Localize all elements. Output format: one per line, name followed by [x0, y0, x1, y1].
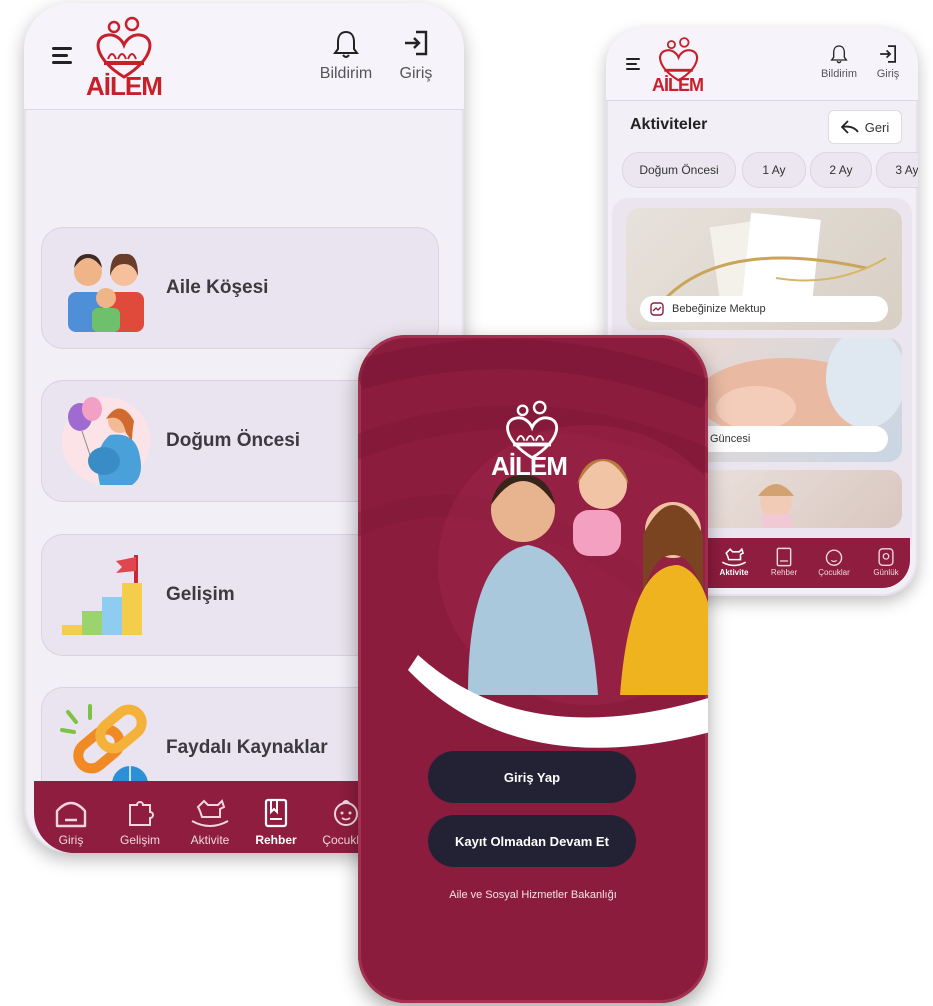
ailem-logo: AİLEM [650, 36, 710, 96]
chip-label: 3 Ay [895, 163, 918, 177]
login-submit-button[interactable]: Giriş Yap [428, 751, 636, 803]
login-button[interactable]: Giriş [868, 44, 908, 80]
nav-label: Gelişim [119, 833, 160, 847]
chart-icon [650, 302, 664, 316]
nav-label: Çocuklar [818, 568, 850, 577]
ailem-logo: AİLEM [491, 399, 574, 483]
back-label: Geri [864, 119, 890, 135]
bell-icon [333, 30, 359, 58]
logo-text: AİLEM [86, 71, 163, 101]
page-title: Aktiviteler [630, 116, 708, 133]
pregnant-icon [62, 397, 150, 485]
bell-icon [830, 45, 848, 64]
button-label: Kayıt Olmadan Devam Et [455, 833, 609, 849]
activity-card-letter[interactable]: Bebeğinize Mektup [626, 208, 902, 330]
nav-item-rehber[interactable]: Rehber [248, 797, 304, 847]
book-icon [264, 798, 288, 828]
nav-item-cocuklar[interactable]: Çocuklar [810, 546, 858, 577]
diary-icon [878, 548, 894, 566]
family-icon [68, 253, 144, 332]
nav-item-giris[interactable]: Giriş [48, 797, 94, 847]
menu-card-label: Doğum Öncesi [166, 430, 301, 451]
chip-2-ay[interactable]: 2 Ay [810, 152, 872, 188]
activity-label: Bebeğinize Mektup [672, 303, 766, 315]
notifications-button[interactable]: Bildirim [814, 44, 864, 80]
nav-label: Aktivite [190, 833, 230, 847]
guest-continue-button[interactable]: Kayıt Olmadan Devam Et [428, 815, 636, 867]
activities-top-bar: AİLEM Bildirim Giriş [606, 28, 918, 101]
puzzle-icon [129, 801, 154, 826]
chip-label: Doğum Öncesi [639, 163, 719, 177]
book-icon [776, 547, 792, 567]
menu-card-label: Aile Köşesi [166, 277, 269, 298]
chip-dogum-oncesi[interactable]: Doğum Öncesi [622, 152, 736, 188]
nav-label: Rehber [255, 833, 297, 847]
activity-pill: Bebeğinize Mektup [640, 296, 888, 322]
nav-label: Aktivite [719, 568, 749, 577]
activity-label: Güncesi [710, 433, 751, 445]
home-icon [55, 801, 87, 828]
menu-card-label: Gelişim [166, 584, 235, 605]
notifications-button[interactable]: Bildirim [314, 29, 378, 83]
home-top-bar: AİLEM Bildirim Giriş [24, 3, 464, 110]
nav-label: Giriş [58, 833, 84, 847]
ailem-logo: AİLEM [84, 15, 168, 101]
nav-item-rehber[interactable]: Rehber [764, 546, 804, 577]
chip-label: 1 Ay [762, 163, 786, 177]
nav-item-gelisim[interactable]: Gelişim [112, 797, 168, 847]
logo-text: AİLEM [652, 75, 704, 95]
login-arrow-icon [880, 45, 896, 63]
nav-label: Günlük [873, 568, 899, 577]
button-label: Giriş Yap [503, 769, 561, 785]
chip-1-ay[interactable]: 1 Ay [742, 152, 806, 188]
growth-steps-icon [62, 555, 142, 635]
rocking-horse-icon [191, 799, 229, 827]
ministry-footer: Aile ve Sosyal Hizmetler Bakanlığı [449, 889, 617, 901]
hamburger-menu-icon[interactable] [52, 47, 72, 64]
login-label: Giriş [876, 68, 900, 80]
child-face-icon [825, 549, 843, 566]
nav-item-aktivite[interactable]: Aktivite [714, 546, 754, 577]
nav-label: Rehber [770, 568, 798, 577]
back-arrow-icon [840, 120, 859, 134]
chip-3-ay[interactable]: 3 Ay [876, 152, 918, 188]
nav-item-gunluk[interactable]: Günlük [866, 546, 906, 577]
rocking-horse-icon [721, 547, 747, 567]
nav-item-aktivite[interactable]: Aktivite [180, 797, 240, 847]
chip-label: 2 Ay [829, 163, 853, 177]
splash-screen-phone: AİLEM Giriş Yap Kayıt Olmadan Devam Et A… [358, 335, 708, 1003]
notifications-label: Bildirim [820, 68, 858, 80]
back-button[interactable]: Geri [828, 110, 902, 144]
login-label: Giriş [399, 65, 433, 82]
login-button[interactable]: Giriş [390, 29, 442, 83]
logo-text: AİLEM [491, 451, 568, 481]
login-arrow-icon [405, 30, 428, 56]
menu-card-aile-kosesi[interactable]: Aile Köşesi [41, 227, 439, 349]
hamburger-menu-icon[interactable] [626, 58, 640, 70]
notifications-label: Bildirim [319, 65, 373, 82]
